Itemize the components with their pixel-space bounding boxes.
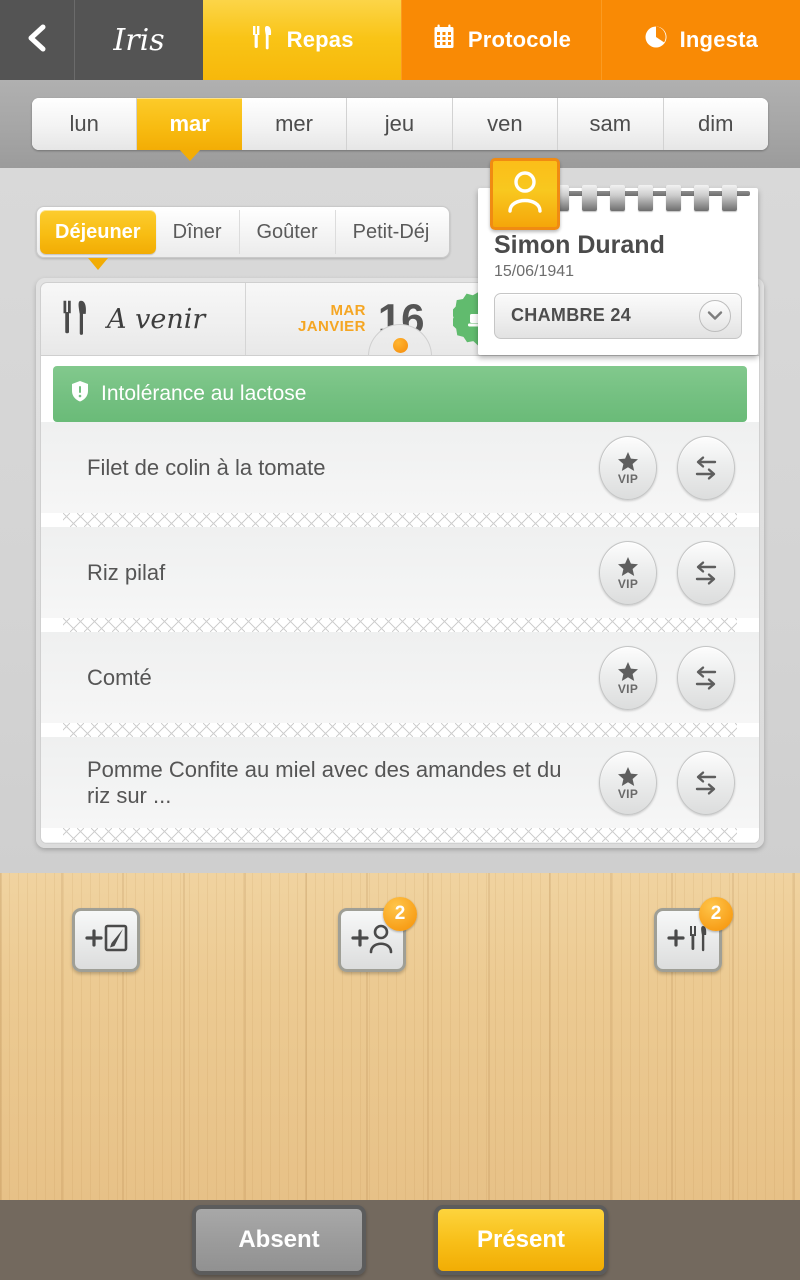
nav-tab-label: Ingesta <box>679 27 759 52</box>
dish-row[interactable]: Biscuit VIP <box>41 842 759 843</box>
person-icon <box>505 169 545 220</box>
patient-card: Simon Durand 15/06/1941 CHAMBRE 24 <box>478 158 758 355</box>
nav-tab-protocole[interactable]: Protocole <box>401 0 601 80</box>
nav-tab-label: Repas <box>286 27 354 52</box>
chevron-left-icon <box>24 23 50 58</box>
dish-swap-button[interactable] <box>677 540 735 605</box>
avatar[interactable] <box>490 158 560 230</box>
row-separator <box>63 513 737 527</box>
quick-action-bar: 2 2 <box>0 897 800 1008</box>
day-tab-mar[interactable]: mar <box>137 98 242 161</box>
meal-tab-diner[interactable]: Dîner <box>156 210 240 254</box>
day-tab-sam[interactable]: sam <box>558 98 664 150</box>
row-separator <box>63 723 737 737</box>
back-button[interactable] <box>0 0 75 80</box>
content-stage: Déjeuner Dîner Goûter Petit-Déj Simon Du… <box>0 158 800 1200</box>
allergy-label: Intolérance au lactose <box>101 382 307 405</box>
meal-type-tabs: Déjeuner Dîner Goûter Petit-Déj <box>36 206 451 270</box>
swap-arrows-icon <box>691 663 721 693</box>
dish-vip-label: VIP <box>617 681 639 696</box>
room-selector[interactable]: CHAMBRE 24 <box>494 292 742 339</box>
dish-name: Riz pilaf <box>87 559 166 585</box>
add-note-button[interactable] <box>72 908 140 972</box>
star-icon <box>617 766 639 787</box>
fork-knife-icon <box>61 298 91 341</box>
day-tab-mer[interactable]: mer <box>241 98 348 150</box>
dish-row[interactable]: Filet de colin à la tomate VIP <box>41 422 759 513</box>
day-tab-lun[interactable]: lun <box>32 98 138 150</box>
patient-birthdate: 15/06/1941 <box>494 262 575 280</box>
day-tab-ven[interactable]: ven <box>452 98 559 150</box>
date-day-abbr: MAR <box>330 302 366 320</box>
top-navigation-bar: Iris Repas Protocole Ingesta <box>0 0 800 80</box>
nav-tab-repas[interactable]: Repas <box>203 0 402 80</box>
app-brand-logo: Iris <box>75 0 203 80</box>
presence-footer: Absent Présent <box>0 1200 800 1280</box>
date-month: JANVIER <box>298 318 366 335</box>
dish-vip-button[interactable]: VIP <box>599 540 657 605</box>
dish-vip-button[interactable]: VIP <box>599 645 657 710</box>
nav-tab-label: Protocole <box>467 27 572 52</box>
shield-alert-icon <box>71 380 89 408</box>
dish-swap-button[interactable] <box>677 750 735 815</box>
dish-vip-button[interactable]: VIP <box>599 750 657 815</box>
day-tabs: lun mar mer jeu ven sam dim <box>32 98 768 161</box>
add-meal-button[interactable]: 2 <box>654 897 733 972</box>
badge-count: 2 <box>699 897 733 931</box>
allergy-banner: Intolérance au lactose <box>53 366 747 422</box>
star-icon <box>617 556 639 577</box>
add-guest-button[interactable]: 2 <box>338 897 417 972</box>
day-tab-dim[interactable]: dim <box>663 98 768 150</box>
dish-list-panel: Intolérance au lactose Filet de colin à … <box>40 356 760 844</box>
dish-vip-label: VIP <box>617 786 639 801</box>
star-icon <box>617 451 639 472</box>
dish-name: Pomme Confite au miel avec des amandes e… <box>87 757 562 808</box>
badge-count: 2 <box>383 897 417 931</box>
room-label: CHAMBRE 24 <box>511 305 632 325</box>
notebook-spiral-binding <box>550 180 750 211</box>
patient-name: Simon Durand <box>494 231 665 259</box>
dish-row[interactable]: Riz pilaf VIP <box>41 527 759 618</box>
meal-tab-petit-dej[interactable]: Petit-Déj <box>336 210 447 254</box>
absent-button[interactable]: Absent <box>192 1205 366 1275</box>
calendar-grid-icon <box>432 24 456 56</box>
chevron-down-icon[interactable] <box>699 299 731 332</box>
dish-name: Comté <box>87 664 152 690</box>
dish-row[interactable]: Pomme Confite au miel avec des amandes e… <box>41 737 759 828</box>
meal-status-label: A venir <box>107 303 206 335</box>
add-note-icon <box>84 921 128 960</box>
meal-panel: A venir MAR JANVIER 16 Intolérance au la… <box>36 278 764 848</box>
dish-swap-button[interactable] <box>677 435 735 500</box>
dish-row[interactable]: Comté VIP <box>41 632 759 723</box>
meal-tab-dejeuner[interactable]: Déjeuner <box>40 210 156 270</box>
dish-vip-button[interactable]: VIP <box>599 435 657 500</box>
dish-name: Filet de colin à la tomate <box>87 454 326 480</box>
nav-tab-ingesta[interactable]: Ingesta <box>600 0 800 80</box>
day-selector-bar: lun mar mer jeu ven sam dim <box>0 80 800 168</box>
meal-tab-gouter[interactable]: Goûter <box>240 210 336 254</box>
day-tab-jeu[interactable]: jeu <box>347 98 453 150</box>
present-button[interactable]: Présent <box>434 1205 608 1275</box>
meal-status-state: A venir <box>41 283 246 355</box>
dish-swap-button[interactable] <box>677 645 735 710</box>
fork-knife-icon <box>251 24 275 56</box>
dish-vip-label: VIP <box>617 576 639 591</box>
dish-vip-label: VIP <box>617 471 639 486</box>
star-icon <box>617 661 639 682</box>
dish-rows: Filet de colin à la tomate VIP Riz pilaf… <box>41 422 759 843</box>
swap-arrows-icon <box>691 558 721 588</box>
row-separator <box>63 618 737 632</box>
swap-arrows-icon <box>691 453 721 483</box>
row-separator <box>63 828 737 842</box>
swap-arrows-icon <box>691 768 721 798</box>
pie-chart-icon <box>644 24 668 56</box>
